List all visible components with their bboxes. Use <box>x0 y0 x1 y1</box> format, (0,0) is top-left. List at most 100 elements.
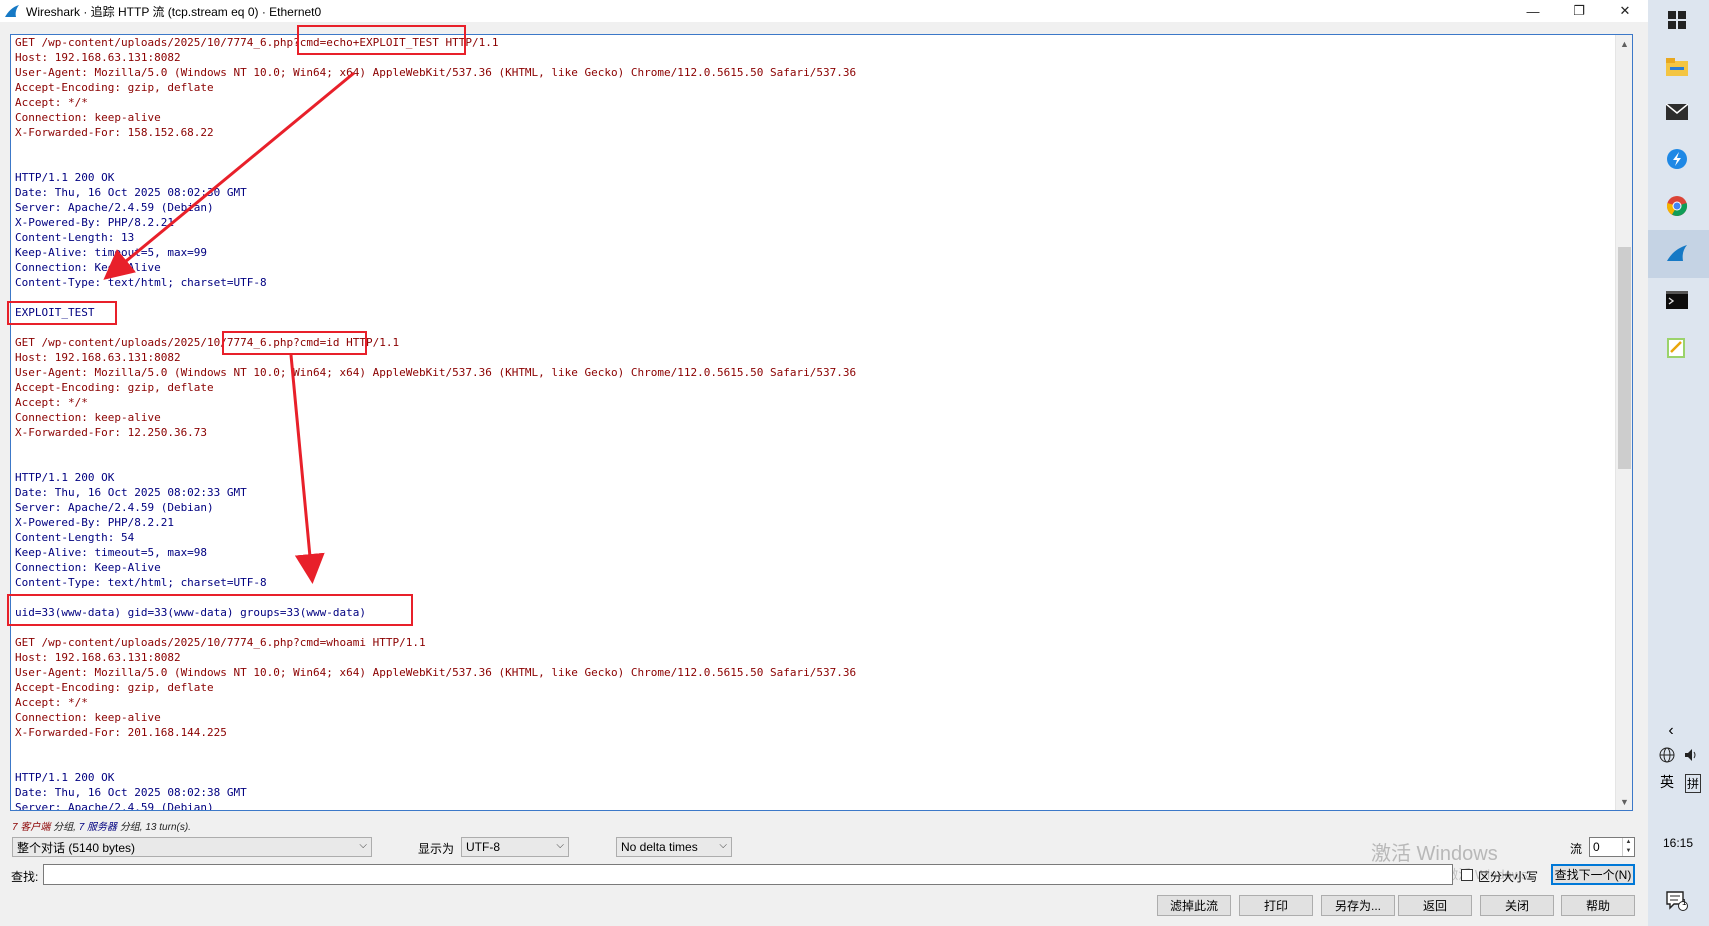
stream-text-area[interactable]: GET /wp-content/uploads/2025/10/7774_6.p… <box>10 34 1633 811</box>
vertical-scrollbar[interactable]: ▲ ▼ <box>1615 35 1632 810</box>
response-line: Connection: Keep-Alive <box>15 561 161 574</box>
stream-content[interactable]: GET /wp-content/uploads/2025/10/7774_6.p… <box>15 35 857 811</box>
response-line: X-Powered-By: PHP/8.2.21 <box>15 216 174 229</box>
chevron-down-icon: ⌵ <box>359 840 367 851</box>
highlight-cmd-id <box>222 331 367 355</box>
response-line: HTTP/1.1 200 OK <box>15 171 115 184</box>
scrollbar-thumb[interactable] <box>1618 247 1631 469</box>
request-line <box>15 440 856 455</box>
title-bar: Wireshark · 追踪 HTTP 流 (tcp.stream eq 0) … <box>0 0 1648 22</box>
server-packet-count: 7 <box>78 822 85 833</box>
request-line: X-Forwarded-For: 12.250.36.73 <box>15 426 208 439</box>
help-button[interactable]: 帮助 <box>1561 895 1635 916</box>
find-next-button[interactable]: 查找下一个(N) <box>1551 864 1635 885</box>
stream-number-spinbox[interactable]: 0 ▲ ▼ <box>1589 837 1635 857</box>
ime-language[interactable]: 英 <box>1660 772 1674 792</box>
request-line <box>15 455 856 470</box>
request-line <box>15 740 856 755</box>
conversation-select[interactable]: 整个对话 (5140 bytes) ⌵ <box>12 837 372 857</box>
spin-arrows-icon[interactable]: ▲ ▼ <box>1622 838 1634 856</box>
request-line <box>15 155 856 170</box>
chrome-icon[interactable] <box>1662 191 1692 221</box>
request-line: X-Forwarded-For: 201.168.144.225 <box>15 726 227 739</box>
request-line: GET /wp-content/uploads/2025/10/7774_6.p… <box>15 636 426 649</box>
notepad-icon[interactable] <box>1662 332 1692 362</box>
request-line <box>15 755 856 770</box>
request-line: Connection: keep-alive <box>15 411 161 424</box>
ime-mode[interactable]: 拼 <box>1685 774 1702 793</box>
show-as-label: 显示为 <box>418 842 455 856</box>
notification-count: 1 <box>1682 898 1687 907</box>
follow-http-stream-window: Wireshark · 追踪 HTTP 流 (tcp.stream eq 0) … <box>0 0 1648 926</box>
request-line: Accept: */* <box>15 96 88 109</box>
response-line: Server: Apache/2.4.59 (Debian) <box>15 201 214 214</box>
scroll-up-icon[interactable]: ▲ <box>1616 35 1632 52</box>
highlight-id-output <box>7 594 413 626</box>
request-line: Accept-Encoding: gzip, deflate <box>15 81 214 94</box>
response-line: HTTP/1.1 200 OK <box>15 471 115 484</box>
maximize-button[interactable]: ❐ <box>1556 0 1602 22</box>
response-line <box>15 290 856 305</box>
file-explorer-icon[interactable] <box>1662 52 1692 82</box>
back-button[interactable]: 返回 <box>1398 895 1472 916</box>
highlight-cmd-echo <box>297 25 466 55</box>
close-button[interactable]: 关闭 <box>1480 895 1554 916</box>
response-line: X-Powered-By: PHP/8.2.21 <box>15 516 174 529</box>
delta-times-select[interactable]: No delta times ⌵ <box>616 837 732 857</box>
stream-stats: 7 客户端 分组, 7 服务器 分组, 13 turn(s). <box>12 818 191 833</box>
taskbar-clock[interactable]: 16:15 <box>1663 836 1693 850</box>
notification-center-icon[interactable]: 1 <box>1662 886 1692 916</box>
encoding-select[interactable]: UTF-8 ⌵ <box>461 837 569 857</box>
request-line: Host: 192.168.63.131:8082 <box>15 351 181 364</box>
response-line: Date: Thu, 16 Oct 2025 08:02:30 GMT <box>15 186 247 199</box>
request-line: User-Agent: Mozilla/5.0 (Windows NT 10.0… <box>15 66 857 79</box>
filter-out-button[interactable]: 滤掉此流 <box>1157 895 1231 916</box>
windows-start-icon[interactable] <box>1662 5 1692 35</box>
scroll-down-icon[interactable]: ▼ <box>1616 793 1632 810</box>
taskbar: ‹ 英 拼 16:15 1 <box>1648 0 1709 926</box>
stats-text-2: 分组, <box>119 822 143 833</box>
stream-label: 流 <box>1570 842 1583 856</box>
close-window-button[interactable]: ✕ <box>1602 0 1648 22</box>
wireshark-icon[interactable] <box>1662 238 1692 268</box>
request-line: Accept-Encoding: gzip, deflate <box>15 381 214 394</box>
case-sensitive-label: 区分大小写 <box>1478 870 1539 884</box>
response-line <box>15 320 856 335</box>
request-line: Connection: keep-alive <box>15 711 161 724</box>
response-line: Content-Length: 13 <box>15 231 135 244</box>
response-line: HTTP/1.1 200 OK <box>15 771 115 784</box>
client-packet-count: 7 <box>12 822 18 833</box>
request-line: User-Agent: Mozilla/5.0 (Windows NT 10.0… <box>15 366 857 379</box>
response-line: Server: Apache/2.4.59 (Debian) <box>15 801 214 811</box>
volume-icon[interactable] <box>1676 740 1706 770</box>
minimize-button[interactable]: — <box>1510 0 1556 22</box>
request-line: Accept: */* <box>15 396 88 409</box>
stats-text-1: 分组, <box>53 822 76 833</box>
chevron-down-icon: ⌵ <box>719 840 727 851</box>
chevron-down-icon: ⌵ <box>556 840 564 851</box>
activation-watermark-title: 激活 Windows <box>1371 843 1498 865</box>
find-input[interactable] <box>43 864 1453 885</box>
mail-icon[interactable] <box>1662 97 1692 127</box>
response-line: Content-Length: 54 <box>15 531 135 544</box>
response-line: Content-Type: text/html; charset=UTF-8 <box>15 576 267 589</box>
case-sensitive-checkbox[interactable] <box>1461 869 1473 881</box>
request-line: Accept-Encoding: gzip, deflate <box>15 681 214 694</box>
response-line: Keep-Alive: timeout=5, max=98 <box>15 546 208 559</box>
request-line: Accept: */* <box>15 696 88 709</box>
request-line: GET /wp-content/uploads/2025/10/7774_6.p… <box>15 336 400 349</box>
request-line: User-Agent: Mozilla/5.0 (Windows NT 10.0… <box>15 666 857 679</box>
wireshark-fin-icon <box>5 5 19 17</box>
terminal-icon[interactable] <box>1662 285 1692 315</box>
find-label: 查找: <box>11 870 39 884</box>
feishu-icon[interactable] <box>1662 144 1692 174</box>
request-line: Host: 192.168.63.131:8082 <box>15 651 181 664</box>
turns-count: 13 turn(s). <box>145 822 191 833</box>
request-line: X-Forwarded-For: 158.152.68.22 <box>15 126 214 139</box>
response-line: Keep-Alive: timeout=5, max=99 <box>15 246 208 259</box>
response-line: Date: Thu, 16 Oct 2025 08:02:33 GMT <box>15 486 247 499</box>
response-line: Connection: Keep-Alive <box>15 261 161 274</box>
print-button[interactable]: 打印 <box>1239 895 1313 916</box>
save-as-button[interactable]: 另存为... <box>1321 895 1395 916</box>
response-line: Date: Thu, 16 Oct 2025 08:02:38 GMT <box>15 786 247 799</box>
